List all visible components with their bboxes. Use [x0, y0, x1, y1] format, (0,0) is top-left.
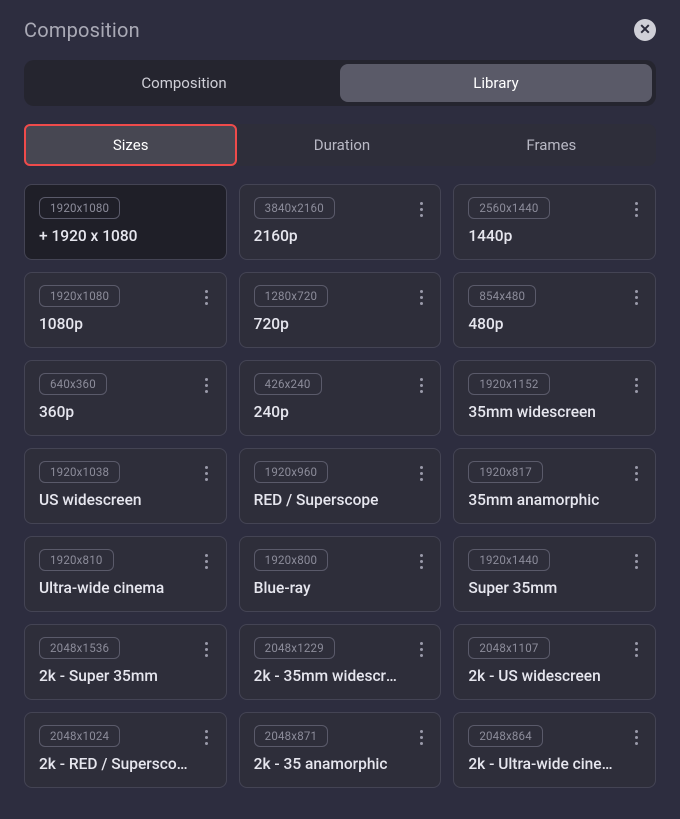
resolution-pill: 1920x1080	[39, 285, 120, 307]
size-card[interactable]: 2048x871 2k - 35 anamorphic	[239, 712, 442, 788]
more-icon[interactable]	[198, 549, 216, 573]
size-grid: 1920x1080 + 1920 x 1080 3840x2160 2160p 2560…	[6, 184, 674, 806]
resolution-pill: 2048x1229	[254, 637, 335, 659]
resolution-pill: 1920x960	[254, 461, 329, 483]
size-card[interactable]: 640x360 360p	[24, 360, 227, 436]
size-card[interactable]: 2048x1024 2k - RED / Superscope	[24, 712, 227, 788]
size-card[interactable]: 1920x817 35mm anamorphic	[453, 448, 656, 524]
resolution-pill: 1920x1152	[468, 373, 549, 395]
resolution-pill: 1920x817	[468, 461, 543, 483]
more-icon[interactable]	[412, 197, 430, 221]
size-card-label: + 1920 x 1080	[39, 227, 189, 245]
more-icon[interactable]	[412, 637, 430, 661]
size-card[interactable]: 854x480 480p	[453, 272, 656, 348]
size-card-label: 2k - 35 anamorphic	[254, 755, 404, 773]
resolution-pill: 2048x1536	[39, 637, 120, 659]
resolution-pill: 1920x1080	[39, 197, 120, 219]
more-icon[interactable]	[627, 461, 645, 485]
size-card[interactable]: 2048x1229 2k - 35mm widescreen	[239, 624, 442, 700]
subtab-frames[interactable]: Frames	[447, 124, 656, 166]
more-icon[interactable]	[627, 197, 645, 221]
size-card[interactable]: 2560x1440 1440p	[453, 184, 656, 260]
size-card-label: 2k - Ultra-wide cinema	[468, 755, 618, 773]
size-card[interactable]: 1920x1152 35mm widescreen	[453, 360, 656, 436]
size-card-label: 360p	[39, 403, 189, 421]
resolution-pill: 2048x1107	[468, 637, 549, 659]
size-card-label: 2k - RED / Superscope	[39, 755, 189, 773]
more-icon[interactable]	[198, 461, 216, 485]
size-card[interactable]: 1920x960 RED / Superscope	[239, 448, 442, 524]
resolution-pill: 1920x1038	[39, 461, 120, 483]
size-card[interactable]: 1920x1080 1080p	[24, 272, 227, 348]
size-card-label: Blue-ray	[254, 579, 404, 597]
size-card[interactable]: 1920x1038 US widescreen	[24, 448, 227, 524]
resolution-pill: 2560x1440	[468, 197, 549, 219]
subtab-duration[interactable]: Duration	[237, 124, 446, 166]
size-card[interactable]: 426x240 240p	[239, 360, 442, 436]
more-icon[interactable]	[627, 725, 645, 749]
more-icon[interactable]	[198, 637, 216, 661]
main-tab-row: Composition Library	[24, 60, 656, 106]
size-card[interactable]: 2048x864 2k - Ultra-wide cinema	[453, 712, 656, 788]
more-icon[interactable]	[198, 725, 216, 749]
size-card-label: 480p	[468, 315, 618, 333]
size-card-label: 35mm widescreen	[468, 403, 618, 421]
size-card[interactable]: 2048x1107 2k - US widescreen	[453, 624, 656, 700]
close-icon[interactable]: ✕	[634, 19, 656, 41]
size-card[interactable]: 2048x1536 2k - Super 35mm	[24, 624, 227, 700]
more-icon[interactable]	[412, 373, 430, 397]
more-icon[interactable]	[412, 549, 430, 573]
resolution-pill: 640x360	[39, 373, 107, 395]
size-card-label: Super 35mm	[468, 579, 618, 597]
panel-title: Composition	[24, 18, 140, 42]
size-card-label: RED / Superscope	[254, 491, 404, 509]
panel-header: Composition ✕	[6, 6, 674, 60]
resolution-pill: 2048x864	[468, 725, 543, 747]
resolution-pill: 1920x800	[254, 549, 329, 571]
resolution-pill: 1920x1440	[468, 549, 549, 571]
more-icon[interactable]	[198, 285, 216, 309]
more-icon[interactable]	[627, 285, 645, 309]
sub-tab-row: Sizes Duration Frames	[24, 124, 656, 166]
more-icon[interactable]	[627, 637, 645, 661]
more-icon[interactable]	[627, 373, 645, 397]
size-card-label: 2160p	[254, 227, 404, 245]
size-card-label: 2k - US widescreen	[468, 667, 618, 685]
size-card[interactable]: 1920x1080 + 1920 x 1080	[24, 184, 227, 260]
resolution-pill: 854x480	[468, 285, 536, 307]
size-card-label: Ultra-wide cinema	[39, 579, 189, 597]
resolution-pill: 3840x2160	[254, 197, 335, 219]
size-card-label: 1080p	[39, 315, 189, 333]
more-icon[interactable]	[627, 549, 645, 573]
size-card-label: 35mm anamorphic	[468, 491, 618, 509]
resolution-pill: 1920x810	[39, 549, 114, 571]
size-card[interactable]: 1280x720 720p	[239, 272, 442, 348]
tab-library[interactable]: Library	[340, 64, 652, 102]
size-card-label: 1440p	[468, 227, 618, 245]
size-card-label: 2k - Super 35mm	[39, 667, 189, 685]
size-card[interactable]: 1920x1440 Super 35mm	[453, 536, 656, 612]
resolution-pill: 2048x1024	[39, 725, 120, 747]
size-card-label: 720p	[254, 315, 404, 333]
size-card-label: 2k - 35mm widescreen	[254, 667, 404, 685]
more-icon[interactable]	[412, 461, 430, 485]
resolution-pill: 2048x871	[254, 725, 329, 747]
more-icon[interactable]	[412, 725, 430, 749]
size-card[interactable]: 1920x810 Ultra-wide cinema	[24, 536, 227, 612]
size-card-label: 240p	[254, 403, 404, 421]
more-icon[interactable]	[412, 285, 430, 309]
size-card-label: US widescreen	[39, 491, 189, 509]
tab-composition[interactable]: Composition	[28, 64, 340, 102]
subtab-sizes[interactable]: Sizes	[24, 124, 237, 166]
resolution-pill: 426x240	[254, 373, 322, 395]
size-card[interactable]: 1920x800 Blue-ray	[239, 536, 442, 612]
resolution-pill: 1280x720	[254, 285, 329, 307]
more-icon[interactable]	[198, 373, 216, 397]
composition-panel: Composition ✕ Composition Library Sizes …	[0, 0, 680, 819]
size-card[interactable]: 3840x2160 2160p	[239, 184, 442, 260]
